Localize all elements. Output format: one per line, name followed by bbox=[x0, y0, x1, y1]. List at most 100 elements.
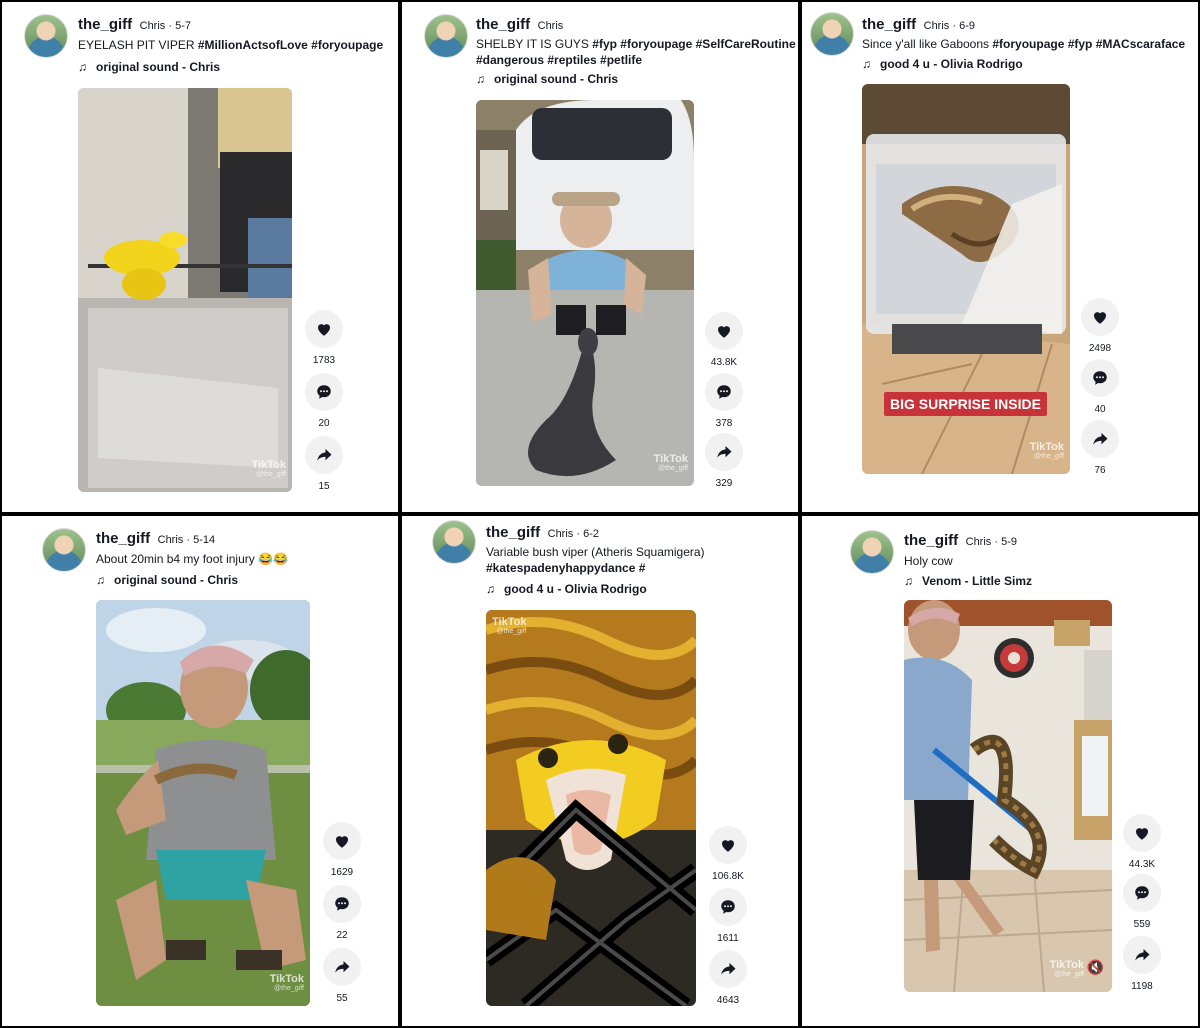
post-card-2: the_giff Chris SHELBY IT IS GUYS #fyp #f… bbox=[402, 2, 798, 512]
username[interactable]: the_giff bbox=[862, 16, 916, 33]
avatar[interactable] bbox=[850, 530, 894, 574]
username[interactable]: the_giff bbox=[486, 524, 540, 541]
video-player[interactable]: TikTok @the_giff bbox=[476, 100, 694, 486]
heart-icon[interactable] bbox=[1123, 814, 1161, 852]
heart-icon[interactable] bbox=[705, 312, 743, 350]
tiktok-watermark: TikTok @the_giff bbox=[251, 459, 286, 478]
avatar[interactable] bbox=[424, 14, 468, 58]
video-player[interactable]: TikTok @the_giff bbox=[486, 610, 696, 1006]
share-action[interactable]: 55 bbox=[322, 948, 362, 1005]
video-player[interactable]: TikTok @the_giff bbox=[96, 600, 310, 1006]
sound-link[interactable]: ♫ good 4 u - Olivia Rodrigo bbox=[486, 582, 647, 596]
tiktok-watermark: TikTok @the_giff bbox=[1029, 441, 1064, 460]
video-frame bbox=[78, 88, 292, 492]
avatar[interactable] bbox=[24, 14, 68, 58]
share-arrow-icon[interactable] bbox=[1081, 420, 1119, 458]
music-note-icon: ♫ bbox=[96, 573, 105, 587]
like-action[interactable]: 106.8K bbox=[708, 826, 748, 883]
comment-count: 20 bbox=[318, 418, 330, 429]
share-count: 15 bbox=[318, 481, 330, 492]
like-action[interactable]: 1629 bbox=[322, 822, 362, 879]
hashtags[interactable]: #MillionActsofLove #foryoupage bbox=[198, 38, 383, 52]
share-action[interactable]: 15 bbox=[304, 436, 344, 493]
comment-action[interactable]: 559 bbox=[1122, 874, 1162, 931]
video-frame bbox=[476, 100, 694, 486]
post-header: the_giff Chris bbox=[476, 16, 563, 34]
avatar[interactable] bbox=[42, 528, 86, 572]
share-arrow-icon[interactable] bbox=[323, 948, 361, 986]
hashtags[interactable]: #katespadenyhappydance # bbox=[486, 561, 645, 575]
username[interactable]: the_giff bbox=[904, 532, 958, 549]
video-player[interactable]: TikTok @the_giff bbox=[78, 88, 292, 492]
sound-link[interactable]: ♫ Venom - Little Simz bbox=[904, 574, 1032, 588]
share-arrow-icon[interactable] bbox=[705, 433, 743, 471]
like-action[interactable]: 43.8K bbox=[704, 312, 744, 369]
comment-count: 559 bbox=[1133, 919, 1151, 930]
sound-link[interactable]: ♫ good 4 u - Olivia Rodrigo bbox=[862, 57, 1023, 71]
like-action[interactable]: 2498 bbox=[1080, 298, 1120, 355]
like-action[interactable]: 44.3K bbox=[1122, 814, 1162, 871]
comment-action[interactable]: 20 bbox=[304, 373, 344, 430]
video-frame bbox=[904, 600, 1112, 992]
sound-link[interactable]: ♫ original sound - Chris bbox=[476, 72, 618, 86]
video-frame bbox=[96, 600, 310, 1006]
comment-action[interactable]: 378 bbox=[704, 373, 744, 430]
comment-count: 40 bbox=[1094, 404, 1106, 415]
post-description: Since y'all like Gaboons #foryoupage #fy… bbox=[862, 37, 1186, 51]
mute-icon[interactable]: 🔇 bbox=[1087, 959, 1104, 976]
share-arrow-icon[interactable] bbox=[305, 436, 343, 474]
comment-icon[interactable] bbox=[305, 373, 343, 411]
comment-action[interactable]: 1611 bbox=[708, 888, 748, 945]
nickname: Chris bbox=[537, 20, 564, 32]
video-player[interactable]: TikTok @the_giff 🔇 bbox=[904, 600, 1112, 992]
comment-icon[interactable] bbox=[1081, 359, 1119, 397]
share-arrow-icon[interactable] bbox=[709, 950, 747, 988]
share-action[interactable]: 1198 bbox=[1122, 936, 1162, 993]
post-header: the_giff Chris · 6-2 bbox=[486, 524, 599, 542]
post-card-3: the_giff Chris · 6-9 Since y'all like Ga… bbox=[802, 2, 1198, 512]
comment-icon[interactable] bbox=[1123, 874, 1161, 912]
post-description: About 20min b4 my foot injury 😂😂 bbox=[96, 552, 288, 566]
share-action[interactable]: 4643 bbox=[708, 950, 748, 1007]
comment-action[interactable]: 22 bbox=[322, 885, 362, 942]
avatar[interactable] bbox=[810, 12, 854, 56]
heart-icon[interactable] bbox=[305, 310, 343, 348]
post-card-5: the_giff Chris · 6-2 Variable bush viper… bbox=[402, 516, 798, 1026]
avatar[interactable] bbox=[432, 520, 476, 564]
post-description: Variable bush viper (Atheris Squamigera)… bbox=[486, 545, 705, 575]
comment-count: 378 bbox=[715, 418, 733, 429]
nickname: Chris · 6-9 bbox=[923, 20, 975, 32]
music-note-icon: ♫ bbox=[862, 57, 871, 71]
post-header: the_giff Chris · 5-9 bbox=[904, 532, 1017, 550]
post-description: EYELASH PIT VIPER #MillionActsofLove #fo… bbox=[78, 38, 384, 52]
share-action[interactable]: 76 bbox=[1080, 420, 1120, 477]
hashtags[interactable]: #fyp #foryoupage #SelfCareRoutine bbox=[592, 37, 795, 51]
post-description: Holy cow bbox=[904, 554, 953, 568]
share-arrow-icon[interactable] bbox=[1123, 936, 1161, 974]
comment-icon[interactable] bbox=[705, 373, 743, 411]
comment-action[interactable]: 40 bbox=[1080, 359, 1120, 416]
like-count: 2498 bbox=[1088, 343, 1112, 354]
like-count: 44.3K bbox=[1128, 859, 1156, 870]
hashtags[interactable]: #foryoupage #fyp #MACscaraface bbox=[992, 37, 1185, 51]
username[interactable]: the_giff bbox=[78, 16, 132, 33]
share-action[interactable]: 329 bbox=[704, 433, 744, 490]
heart-icon[interactable] bbox=[1081, 298, 1119, 336]
comment-icon[interactable] bbox=[323, 885, 361, 923]
share-count: 4643 bbox=[716, 995, 740, 1006]
comment-icon[interactable] bbox=[709, 888, 747, 926]
like-count: 1783 bbox=[312, 355, 336, 366]
sound-link[interactable]: ♫ original sound - Chris bbox=[78, 60, 220, 74]
hashtags[interactable]: #dangerous #reptiles #petlife bbox=[476, 53, 642, 67]
post-header: the_giff Chris · 5-7 bbox=[78, 16, 191, 34]
username[interactable]: the_giff bbox=[476, 16, 530, 33]
username[interactable]: the_giff bbox=[96, 530, 150, 547]
like-action[interactable]: 1783 bbox=[304, 310, 344, 367]
post-card-6: the_giff Chris · 5-9 Holy cow ♫ Venom - L… bbox=[802, 516, 1198, 1026]
heart-icon[interactable] bbox=[323, 822, 361, 860]
video-player[interactable]: BIG SURPRISE INSIDE TikTok @the_giff bbox=[862, 84, 1070, 474]
nickname: Chris · 5-14 bbox=[157, 534, 216, 546]
sound-link[interactable]: ♫ original sound - Chris bbox=[96, 573, 238, 587]
nickname: Chris · 6-2 bbox=[547, 528, 599, 540]
heart-icon[interactable] bbox=[709, 826, 747, 864]
